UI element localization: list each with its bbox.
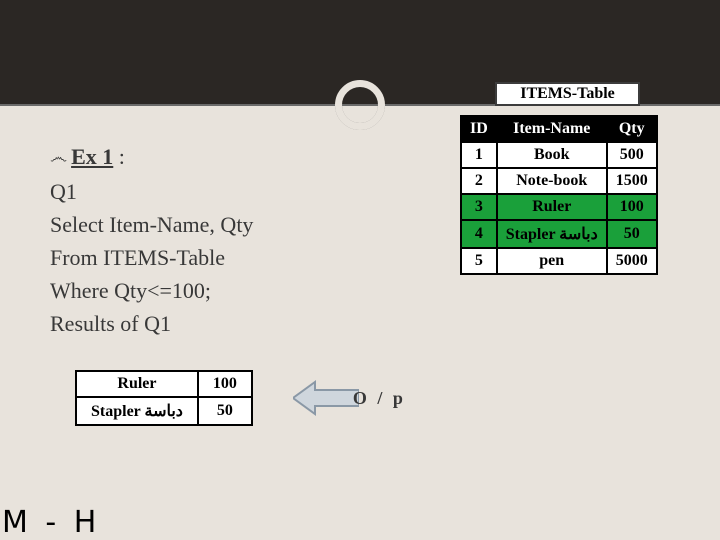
query-line-results: Results of Q1 xyxy=(50,307,253,340)
arrow-left-icon xyxy=(293,378,359,418)
query-line-from: From ITEMS-Table xyxy=(50,241,253,274)
table-row-highlight: 3 Ruler 100 xyxy=(461,194,657,220)
cell: 100 xyxy=(198,371,252,397)
cell: Ruler xyxy=(497,194,607,220)
table-row: 2 Note-book 1500 xyxy=(461,168,657,194)
cell: Ruler xyxy=(76,371,198,397)
cell: 100 xyxy=(607,194,657,220)
items-table-label: ITEMS-Table xyxy=(495,82,640,106)
cell: 3 xyxy=(461,194,497,220)
ring-marker xyxy=(335,80,385,130)
items-table: ID Item-Name Qty 1 Book 500 2 Note-book … xyxy=(460,115,658,275)
cell: 5000 xyxy=(607,248,657,274)
cell: 50 xyxy=(607,220,657,248)
table-row-highlight: 4 Stapler دباسة 50 xyxy=(461,220,657,248)
col-name: Item-Name xyxy=(497,116,607,142)
query-text-block: ෴Ex 1 : Q1 Select Item-Name, Qty From IT… xyxy=(50,140,253,340)
cell: 5 xyxy=(461,248,497,274)
col-qty: Qty xyxy=(607,116,657,142)
query-line-where: Where Qty<=100; xyxy=(50,274,253,307)
cell: 2 xyxy=(461,168,497,194)
items-table-header-row: ID Item-Name Qty xyxy=(461,116,657,142)
example-label: Ex 1 xyxy=(71,144,113,169)
cell: Stapler دباسة xyxy=(76,397,198,425)
cell: Stapler دباسة xyxy=(497,220,607,248)
query-line-select: Select Item-Name, Qty xyxy=(50,208,253,241)
footer-mark: M - H xyxy=(0,505,102,540)
cell: 1 xyxy=(461,142,497,168)
result-table: Ruler 100 Stapler دباسة 50 xyxy=(75,370,253,426)
table-row: Ruler 100 xyxy=(76,371,252,397)
swirl-icon: ෴ xyxy=(50,144,67,171)
cell: pen xyxy=(497,248,607,274)
table-row: 5 pen 5000 xyxy=(461,248,657,274)
table-row: 1 Book 500 xyxy=(461,142,657,168)
example-heading: ෴Ex 1 : xyxy=(50,140,253,173)
output-arrow-group: O / p xyxy=(293,378,406,418)
result-row: Ruler 100 Stapler دباسة 50 O / p xyxy=(75,370,406,426)
table-row: Stapler دباسة 50 xyxy=(76,397,252,425)
example-colon: : xyxy=(113,144,125,169)
cell: 50 xyxy=(198,397,252,425)
cell: 1500 xyxy=(607,168,657,194)
col-id: ID xyxy=(461,116,497,142)
cell: 500 xyxy=(607,142,657,168)
cell: Note-book xyxy=(497,168,607,194)
cell: 4 xyxy=(461,220,497,248)
output-label: O / p xyxy=(353,388,406,409)
query-line-q1: Q1 xyxy=(50,175,253,208)
cell: Book xyxy=(497,142,607,168)
